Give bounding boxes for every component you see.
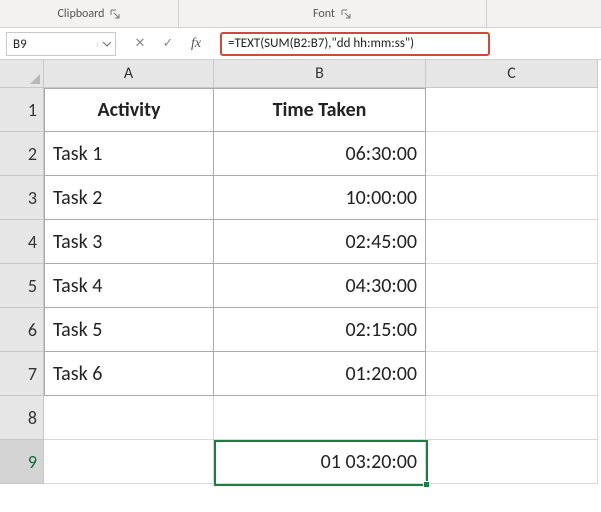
ribbon-separator xyxy=(486,0,487,27)
cell-B8[interactable] xyxy=(214,396,426,440)
spreadsheet-grid[interactable]: A B C 1 2 3 4 5 6 7 8 9 Activity Time Ta… xyxy=(0,60,601,512)
cell-B6[interactable]: 02:15:00 xyxy=(214,308,426,352)
cell-A9[interactable] xyxy=(44,440,214,484)
row-header-3[interactable]: 3 xyxy=(0,176,44,220)
fx-icon[interactable]: fx xyxy=(187,35,205,53)
chevron-down-icon[interactable] xyxy=(97,42,115,47)
name-box[interactable]: B9 xyxy=(6,32,116,56)
dialog-launcher-icon[interactable] xyxy=(341,9,351,19)
cell-A2[interactable]: Task 1 xyxy=(44,132,214,176)
row-headers: 1 2 3 4 5 6 7 8 9 xyxy=(0,88,44,484)
row-header-4[interactable]: 4 xyxy=(0,220,44,264)
cell-A4[interactable]: Task 3 xyxy=(44,220,214,264)
cell-C7[interactable] xyxy=(426,352,598,396)
row-header-2[interactable]: 2 xyxy=(0,132,44,176)
row-header-5[interactable]: 5 xyxy=(0,264,44,308)
cell-C5[interactable] xyxy=(426,264,598,308)
column-header-A[interactable]: A xyxy=(44,60,214,88)
row-header-6[interactable]: 6 xyxy=(0,308,44,352)
formula-bar-row: B9 ✕ ✓ fx xyxy=(0,28,601,60)
cell-B3[interactable]: 10:00:00 xyxy=(214,176,426,220)
column-headers: A B C xyxy=(44,60,598,88)
cell-C6[interactable] xyxy=(426,308,598,352)
cell-C1[interactable] xyxy=(426,88,598,132)
row-header-1[interactable]: 1 xyxy=(0,88,44,132)
cell-B2[interactable]: 06:30:00 xyxy=(214,132,426,176)
formula-bar-buttons: ✕ ✓ fx xyxy=(122,32,214,55)
dialog-launcher-icon[interactable] xyxy=(110,9,120,19)
row-header-8[interactable]: 8 xyxy=(0,396,44,440)
cell-B9[interactable]: 01 03:20:00 xyxy=(214,440,426,484)
ribbon-group-clipboard: Clipboard xyxy=(0,0,178,27)
select-all-corner[interactable] xyxy=(0,60,44,88)
ribbon-group-label: Clipboard xyxy=(58,7,105,21)
enter-icon[interactable]: ✓ xyxy=(159,35,177,53)
row-header-9[interactable]: 9 xyxy=(0,440,44,484)
column-header-C[interactable]: C xyxy=(426,60,598,88)
ribbon-group-font: Font xyxy=(178,0,486,27)
row-header-7[interactable]: 7 xyxy=(0,352,44,396)
cell-C8[interactable] xyxy=(426,396,598,440)
cancel-icon[interactable]: ✕ xyxy=(131,35,149,53)
cell-A5[interactable]: Task 4 xyxy=(44,264,214,308)
cell-A1[interactable]: Activity xyxy=(44,88,214,132)
cell-B4[interactable]: 02:45:00 xyxy=(214,220,426,264)
cell-A3[interactable]: Task 2 xyxy=(44,176,214,220)
column-header-B[interactable]: B xyxy=(214,60,426,88)
cell-C2[interactable] xyxy=(426,132,598,176)
cell-B5[interactable]: 04:30:00 xyxy=(214,264,426,308)
cell-A6[interactable]: Task 5 xyxy=(44,308,214,352)
ribbon-group-label: Font xyxy=(313,7,335,21)
cell-C9[interactable] xyxy=(426,440,598,484)
cell-A8[interactable] xyxy=(44,396,214,440)
cells: Activity Time Taken Task 1 06:30:00 Task… xyxy=(44,88,598,484)
formula-input-wrap xyxy=(220,32,595,55)
cell-C3[interactable] xyxy=(426,176,598,220)
cell-B1[interactable]: Time Taken xyxy=(214,88,426,132)
ribbon-group-strip: Clipboard Font xyxy=(0,0,601,28)
cell-B7[interactable]: 01:20:00 xyxy=(214,352,426,396)
formula-input[interactable] xyxy=(220,32,490,56)
name-box-value: B9 xyxy=(7,37,97,52)
cell-C4[interactable] xyxy=(426,220,598,264)
cell-A7[interactable]: Task 6 xyxy=(44,352,214,396)
